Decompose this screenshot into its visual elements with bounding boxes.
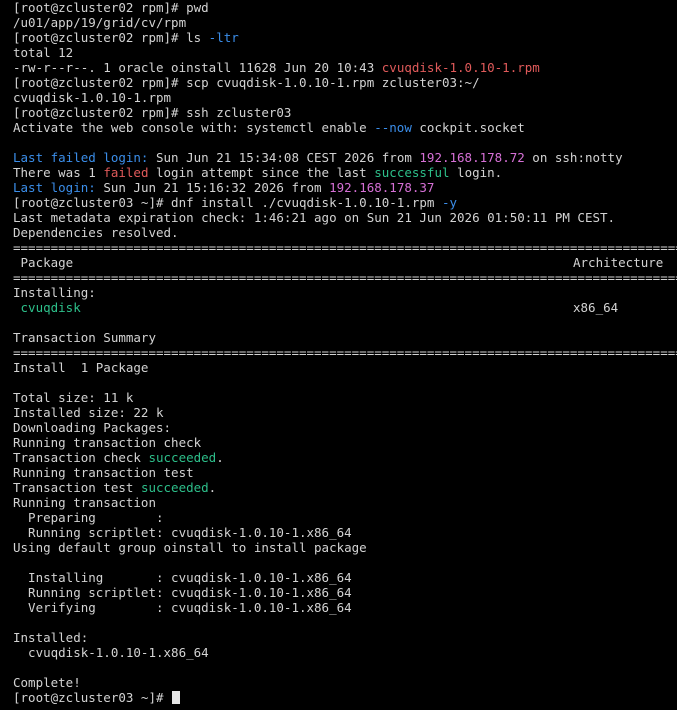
separator-line: ========================================… xyxy=(13,345,677,360)
package-column-header: Package xyxy=(13,255,74,270)
package-architecture: x86_64 xyxy=(573,300,619,315)
terminal-line: Installed size: 22 k xyxy=(13,405,164,420)
terminal-line: Activate the web console with: systemctl… xyxy=(13,120,677,135)
terminal-line: Verifying : cvuqdisk-1.0.10-1.x86_64 xyxy=(13,600,352,615)
terminal-line: [root@zcluster02 rpm]# ssh zcluster03 xyxy=(13,105,292,120)
terminal-line: Installing : cvuqdisk-1.0.10-1.x86_64 xyxy=(13,570,352,585)
status-text: Transaction check xyxy=(13,450,149,465)
rpm-file-name: cvuqdisk-1.0.10-1.rpm xyxy=(381,60,540,75)
terminal-line: Preparing : xyxy=(13,510,164,525)
terminal-line: cvuqdisk-1.0.10-1.rpm xyxy=(13,90,172,105)
console-hint-text: cockpit.socket xyxy=(411,120,525,135)
terminal-line: Installed: xyxy=(13,630,89,645)
status-text: . xyxy=(216,450,224,465)
failed-login-label: Last failed login: xyxy=(13,150,149,165)
table-header-row: Package Architecture xyxy=(13,255,677,270)
failed-word: failed xyxy=(103,165,149,180)
terminal-line: cvuqdisk-1.0.10-1.x86_64 xyxy=(13,645,209,660)
text-cursor[interactable] xyxy=(172,691,181,704)
succeeded-word: succeeded xyxy=(148,450,217,465)
terminal-line: Downloading Packages: xyxy=(13,420,172,435)
terminal-line: Last failed login: Sun Jun 21 15:34:08 C… xyxy=(13,150,677,165)
prompt-text: [root@zcluster03 ~]# dnf install ./cvuqd… xyxy=(13,195,442,210)
prompt-text: [root@zcluster02 rpm]# ls xyxy=(13,30,209,45)
terminal-line: There was 1 failed login attempt since t… xyxy=(13,165,677,180)
terminal-line: Last login: Sun Jun 21 15:16:32 2026 fro… xyxy=(13,180,677,195)
terminal-line: Total size: 11 k xyxy=(13,390,134,405)
terminal-line: Running scriptlet: cvuqdisk-1.0.10-1.x86… xyxy=(13,525,352,540)
terminal-line: Using default group oinstall to install … xyxy=(13,540,367,555)
login-info-text: Sun Jun 21 15:16:32 2026 from xyxy=(95,180,330,195)
successful-word: successful xyxy=(374,165,450,180)
login-info-text: on ssh:notty xyxy=(524,150,623,165)
ip-address: 192.168.178.37 xyxy=(329,180,435,195)
file-listing-text: -rw-r--r--. 1 oracle oinstall 11628 Jun … xyxy=(13,60,382,75)
option-flag: -y xyxy=(441,195,458,210)
terminal-line: -rw-r--r--. 1 oracle oinstall 11628 Jun … xyxy=(13,60,677,75)
terminal-line: Last metadata expiration check: 1:46:21 … xyxy=(13,210,616,225)
option-flag: -ltr xyxy=(208,30,239,45)
console-hint-text: Activate the web console with: systemctl… xyxy=(13,120,375,135)
terminal-line: Complete! xyxy=(13,675,81,690)
terminal-line: Running transaction xyxy=(13,495,156,510)
terminal-line: Transaction check succeeded. xyxy=(13,450,677,465)
terminal-line: Running scriptlet: cvuqdisk-1.0.10-1.x86… xyxy=(13,585,352,600)
option-flag: --now xyxy=(374,120,412,135)
architecture-column-header: Architecture xyxy=(573,255,664,270)
terminal-line: Running transaction check xyxy=(13,435,202,450)
terminal-line: Transaction Summary xyxy=(13,330,156,345)
ip-address: 192.168.178.72 xyxy=(419,150,525,165)
succeeded-word: succeeded xyxy=(140,480,209,495)
last-login-label: Last login: xyxy=(13,180,96,195)
separator-line: ========================================… xyxy=(13,270,677,285)
terminal-line: Dependencies resolved. xyxy=(13,225,179,240)
terminal-window[interactable]: [root@zcluster02 rpm]# pwd /u01/app/19/g… xyxy=(0,0,677,710)
status-text: . xyxy=(208,480,217,495)
prompt-text: [root@zcluster03 ~]# xyxy=(13,690,172,705)
status-text: Transaction test xyxy=(13,480,141,495)
login-info-text: Sun Jun 21 15:34:08 CEST 2026 from xyxy=(148,150,420,165)
login-info-text: There was 1 xyxy=(13,165,104,180)
terminal-line: [root@zcluster03 ~]# dnf install ./cvuqd… xyxy=(13,195,677,210)
terminal-line: [root@zcluster02 rpm]# ls -ltr xyxy=(13,30,677,45)
terminal-line: Install 1 Package xyxy=(13,360,149,375)
terminal-line: total 12 xyxy=(13,45,74,60)
table-row: cvuqdisk x86_64 xyxy=(13,300,677,315)
terminal-line: /u01/app/19/grid/cv/rpm xyxy=(13,15,187,30)
login-info-text: login attempt since the last xyxy=(148,165,375,180)
separator-line: ========================================… xyxy=(13,240,677,255)
terminal-line: Transaction test succeeded. xyxy=(13,480,677,495)
command-prompt-line[interactable]: [root@zcluster03 ~]# xyxy=(13,690,677,705)
terminal-line: [root@zcluster02 rpm]# scp cvuqdisk-1.0.… xyxy=(13,75,480,90)
terminal-line: [root@zcluster02 rpm]# pwd xyxy=(13,0,209,15)
package-name: cvuqdisk xyxy=(13,300,81,315)
terminal-line: Installing: xyxy=(13,285,96,300)
login-info-text: login. xyxy=(449,165,503,180)
terminal-line: Running transaction test xyxy=(13,465,194,480)
